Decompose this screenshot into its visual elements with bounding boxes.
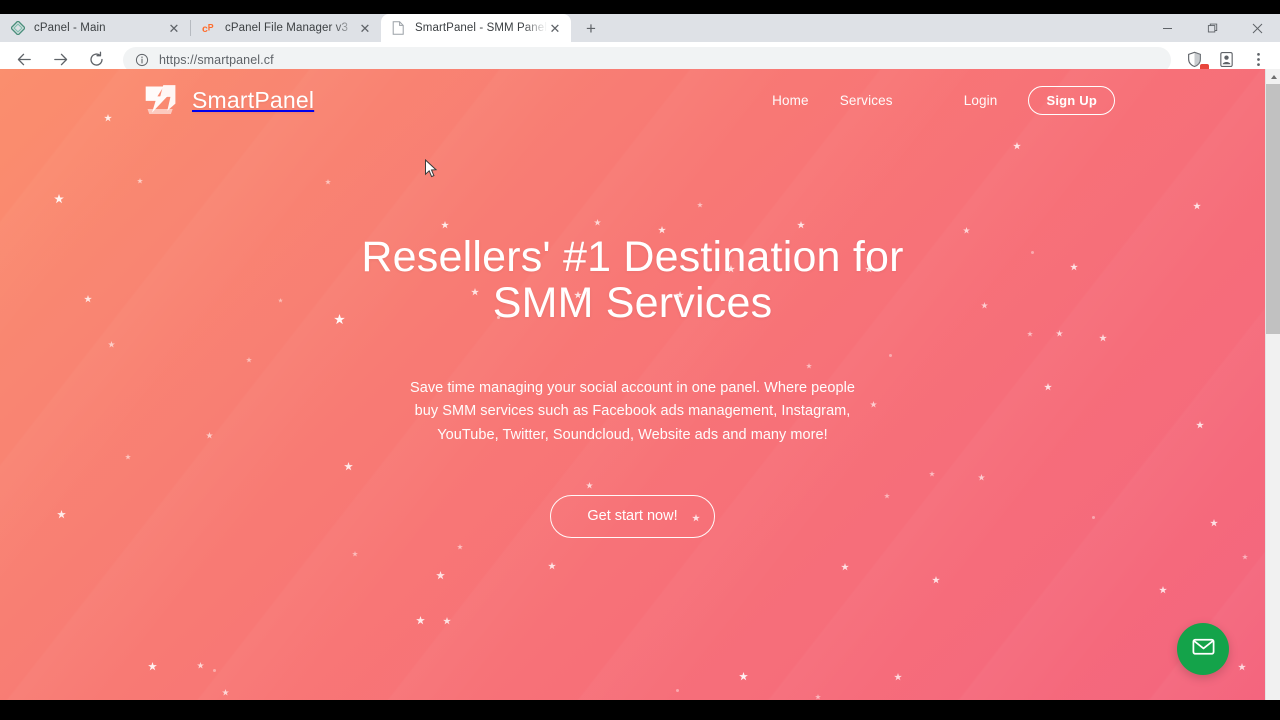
- browser-tab-2[interactable]: c P cPanel File Manager v3 ✕: [191, 14, 381, 42]
- window-controls: [1145, 14, 1280, 42]
- browser-tab-2-close-icon[interactable]: ✕: [357, 20, 373, 36]
- tab-strip: cPanel - Main ✕ c P cPanel File Manager …: [0, 14, 1280, 42]
- browser-window: cPanel - Main ✕ c P cPanel File Manager …: [0, 0, 1280, 720]
- envelope-icon: [1191, 634, 1216, 664]
- browser-tab-3[interactable]: SmartPanel - SMM Panel Reseller ✕: [381, 14, 571, 42]
- get-started-button[interactable]: Get start now!: [550, 495, 715, 538]
- site-header: SmartPanel Home Services Login Sign Up: [0, 69, 1265, 131]
- browser-tab-1[interactable]: cPanel - Main ✕: [0, 14, 190, 42]
- address-bar-url[interactable]: https://smartpanel.cf: [159, 53, 274, 67]
- window-bottom-edge: [0, 710, 1280, 720]
- hero-section: SmartPanel Home Services Login Sign Up R…: [0, 69, 1265, 700]
- page-scrollbar[interactable]: [1265, 69, 1280, 700]
- site-nav: Home Services Login Sign Up: [772, 85, 1115, 115]
- browser-tab-3-close-icon[interactable]: ✕: [547, 20, 563, 36]
- scrollbar-thumb[interactable]: [1266, 84, 1280, 334]
- brand-name: SmartPanel: [192, 86, 315, 113]
- hero-title-line-1: Resellers' #1 Destination for: [361, 233, 904, 281]
- nav-link-login[interactable]: Login: [964, 93, 998, 108]
- nav-link-home[interactable]: Home: [772, 93, 809, 108]
- window-maximize-button[interactable]: [1190, 14, 1235, 42]
- browser-tab-1-title: cPanel - Main: [34, 22, 106, 34]
- sign-up-button[interactable]: Sign Up: [1028, 85, 1115, 115]
- hero-title-line-2: SMM Services: [492, 279, 773, 328]
- page-icon: [391, 21, 406, 36]
- site-info-icon[interactable]: [135, 53, 149, 67]
- window-close-button[interactable]: [1235, 14, 1280, 42]
- new-tab-button[interactable]: +: [577, 14, 605, 42]
- cpanel-logo-icon: c P: [201, 21, 216, 36]
- cpanel-diamond-icon: [10, 21, 25, 36]
- browser-tab-1-close-icon[interactable]: ✕: [166, 20, 182, 36]
- svg-text:P: P: [207, 23, 213, 33]
- page-viewport: SmartPanel Home Services Login Sign Up R…: [0, 69, 1280, 700]
- hero-title: Resellers' #1 Destination for SMM Servic…: [0, 234, 1265, 327]
- lightning-bolt-logo-icon: [140, 82, 182, 118]
- brand-logo-link[interactable]: SmartPanel: [140, 82, 314, 118]
- chat-widget-button[interactable]: [1177, 623, 1229, 675]
- hero-content: Resellers' #1 Destination for SMM Servic…: [0, 234, 1265, 538]
- nav-link-services[interactable]: Services: [840, 93, 893, 108]
- window-titlebar: [0, 0, 1280, 14]
- scrollbar-up-arrow-icon[interactable]: [1266, 69, 1280, 84]
- hero-subtitle: Save time managing your social account i…: [410, 379, 855, 443]
- window-minimize-button[interactable]: [1145, 14, 1190, 42]
- browser-tab-3-title: SmartPanel - SMM Panel Reseller: [415, 22, 547, 34]
- browser-tab-2-title: cPanel File Manager v3: [225, 22, 349, 34]
